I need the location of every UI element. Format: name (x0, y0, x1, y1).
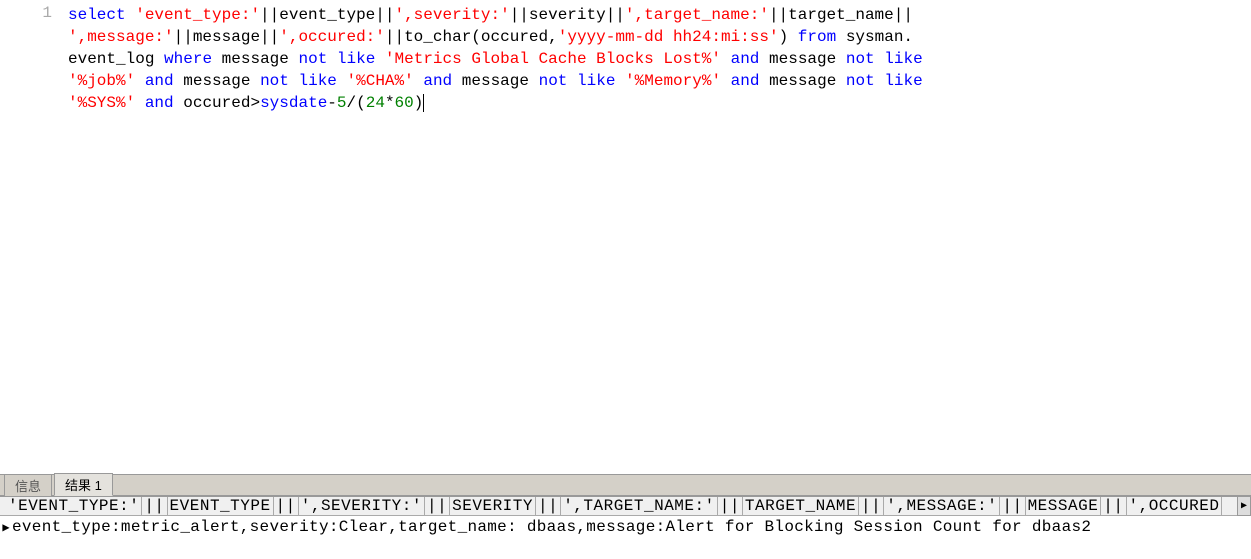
col-header[interactable]: EVENT_TYPE (168, 497, 274, 515)
kw-select: select (68, 6, 126, 24)
table-row[interactable]: ▶ event_type:metric_alert,severity:Clear… (0, 516, 1251, 538)
tab-results-1[interactable]: 结果 1 (54, 473, 113, 496)
str: '%SYS%' (68, 94, 135, 112)
str: ',severity:' (394, 6, 509, 24)
col-header[interactable]: ',OCCURED (1127, 497, 1223, 515)
str: '%CHA%' (347, 72, 414, 90)
line-number-gutter: 1 (0, 0, 60, 474)
sql-editor[interactable]: 1 select 'event_type:'||event_type||',se… (0, 0, 1251, 474)
scrollbar-right-icon[interactable]: ▶ (1237, 496, 1251, 516)
col-header[interactable]: SEVERITY (450, 497, 536, 515)
row-cell: event_type:metric_alert,severity:Clear,t… (12, 518, 1091, 536)
str: 'event_type:' (135, 6, 260, 24)
col-header[interactable]: ',MESSAGE:' (884, 497, 1000, 515)
col-header[interactable]: ',TARGET_NAME:' (561, 497, 718, 515)
col-header[interactable]: MESSAGE (1026, 497, 1102, 515)
results-grid[interactable]: 'EVENT_TYPE:'||EVENT_TYPE||',SEVERITY:'|… (0, 496, 1251, 538)
str: '%Memory%' (625, 72, 721, 90)
str: '%job%' (68, 72, 135, 90)
text-cursor (423, 94, 424, 112)
col-header[interactable]: TARGET_NAME (743, 497, 859, 515)
kw-where: where (164, 50, 212, 68)
col-header[interactable]: ',SEVERITY:' (299, 497, 425, 515)
str: 'yyyy-mm-dd hh24:mi:ss' (558, 28, 779, 46)
str: 'Metrics Global Cache Blocks Lost%' (385, 50, 721, 68)
str: ',message:' (68, 28, 174, 46)
results-tab-bar: 信息 结果 1 (0, 474, 1251, 496)
tab-info[interactable]: 信息 (4, 474, 52, 496)
results-header-row: 'EVENT_TYPE:'||EVENT_TYPE||',SEVERITY:'|… (0, 496, 1251, 516)
str: ',target_name:' (625, 6, 769, 24)
line-number: 1 (0, 4, 52, 22)
kw-from: from (798, 28, 836, 46)
col-header[interactable]: 'EVENT_TYPE:' (6, 497, 142, 515)
row-marker-icon: ▶ (0, 520, 12, 535)
str: ',occured:' (279, 28, 385, 46)
code-content[interactable]: select 'event_type:'||event_type||',seve… (60, 0, 1251, 474)
